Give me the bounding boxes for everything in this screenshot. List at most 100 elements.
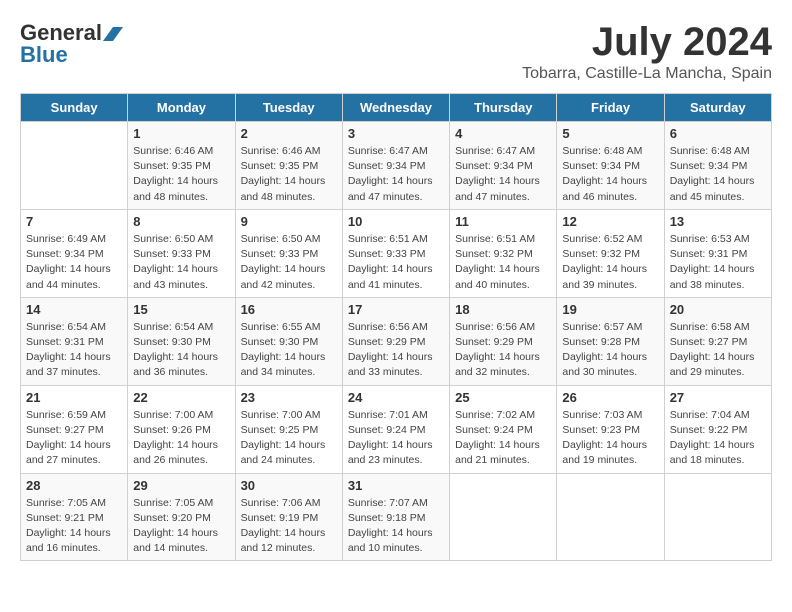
day-number: 27 <box>670 390 766 405</box>
calendar-cell: 3 Sunrise: 6:47 AMSunset: 9:34 PMDaylight… <box>342 122 449 210</box>
day-number: 30 <box>241 478 337 493</box>
day-number: 12 <box>562 214 658 229</box>
day-number: 15 <box>133 302 229 317</box>
calendar-week-1: 1 Sunrise: 6:46 AMSunset: 9:35 PMDaylight… <box>21 122 772 210</box>
calendar-cell: 21 Sunrise: 6:59 AMSunset: 9:27 PMDayligh… <box>21 385 128 473</box>
day-number: 11 <box>455 214 551 229</box>
calendar-cell <box>664 473 771 561</box>
calendar-cell: 29 Sunrise: 7:05 AMSunset: 9:20 PMDayligh… <box>128 473 235 561</box>
day-detail: Sunrise: 6:50 AMSunset: 9:33 PMDaylight:… <box>241 232 337 293</box>
logo-blue: Blue <box>20 42 68 68</box>
calendar-cell <box>557 473 664 561</box>
calendar-cell: 18 Sunrise: 6:56 AMSunset: 9:29 PMDayligh… <box>450 297 557 385</box>
calendar-cell: 17Sunrise: 6:56 AMSunset: 9:29 PMDayligh… <box>342 297 449 385</box>
day-number: 26 <box>562 390 658 405</box>
calendar-cell: 30 Sunrise: 7:06 AMSunset: 9:19 PMDayligh… <box>235 473 342 561</box>
day-number: 22 <box>133 390 229 405</box>
day-detail: Sunrise: 7:06 AMSunset: 9:19 PMDaylight:… <box>241 496 337 557</box>
calendar-week-4: 21 Sunrise: 6:59 AMSunset: 9:27 PMDayligh… <box>21 385 772 473</box>
calendar-cell: 8 Sunrise: 6:50 AMSunset: 9:33 PMDaylight… <box>128 209 235 297</box>
location-title: Tobarra, Castille-La Mancha, Spain <box>522 65 772 83</box>
day-detail: Sunrise: 6:51 AMSunset: 9:33 PMDaylight:… <box>348 232 444 293</box>
day-detail: Sunrise: 7:01 AMSunset: 9:24 PMDaylight:… <box>348 408 444 469</box>
day-detail: Sunrise: 6:50 AMSunset: 9:33 PMDaylight:… <box>133 232 229 293</box>
day-detail: Sunrise: 6:46 AMSunset: 9:35 PMDaylight:… <box>133 144 229 205</box>
calendar-cell: 15Sunrise: 6:54 AMSunset: 9:30 PMDayligh… <box>128 297 235 385</box>
day-detail: Sunrise: 7:00 AMSunset: 9:26 PMDaylight:… <box>133 408 229 469</box>
day-detail: Sunrise: 6:53 AMSunset: 9:31 PMDaylight:… <box>670 232 766 293</box>
calendar-cell: 14 Sunrise: 6:54 AMSunset: 9:31 PMDayligh… <box>21 297 128 385</box>
day-number: 28 <box>26 478 122 493</box>
day-detail: Sunrise: 6:59 AMSunset: 9:27 PMDaylight:… <box>26 408 122 469</box>
day-number: 5 <box>562 126 658 141</box>
calendar-cell: 6 Sunrise: 6:48 AMSunset: 9:34 PMDaylight… <box>664 122 771 210</box>
calendar-week-5: 28 Sunrise: 7:05 AMSunset: 9:21 PMDayligh… <box>21 473 772 561</box>
day-detail: Sunrise: 7:00 AMSunset: 9:25 PMDaylight:… <box>241 408 337 469</box>
day-detail: Sunrise: 6:54 AMSunset: 9:31 PMDaylight:… <box>26 320 122 381</box>
day-detail: Sunrise: 6:48 AMSunset: 9:34 PMDaylight:… <box>670 144 766 205</box>
calendar-cell: 2 Sunrise: 6:46 AMSunset: 9:35 PMDaylight… <box>235 122 342 210</box>
day-number: 20 <box>670 302 766 317</box>
day-detail: Sunrise: 7:03 AMSunset: 9:23 PMDaylight:… <box>562 408 658 469</box>
day-number: 29 <box>133 478 229 493</box>
calendar-cell: 20 Sunrise: 6:58 AMSunset: 9:27 PMDayligh… <box>664 297 771 385</box>
calendar-cell: 5 Sunrise: 6:48 AMSunset: 9:34 PMDaylight… <box>557 122 664 210</box>
calendar-cell: 13 Sunrise: 6:53 AMSunset: 9:31 PMDayligh… <box>664 209 771 297</box>
weekday-header-row: SundayMondayTuesdayWednesdayThursdayFrid… <box>21 94 772 122</box>
weekday-header-saturday: Saturday <box>664 94 771 122</box>
day-number: 18 <box>455 302 551 317</box>
weekday-header-friday: Friday <box>557 94 664 122</box>
day-number: 3 <box>348 126 444 141</box>
calendar-cell: 11 Sunrise: 6:51 AMSunset: 9:32 PMDayligh… <box>450 209 557 297</box>
day-detail: Sunrise: 6:46 AMSunset: 9:35 PMDaylight:… <box>241 144 337 205</box>
calendar-cell: 16 Sunrise: 6:55 AMSunset: 9:30 PMDayligh… <box>235 297 342 385</box>
day-detail: Sunrise: 7:07 AMSunset: 9:18 PMDaylight:… <box>348 496 444 557</box>
calendar-cell: 4 Sunrise: 6:47 AMSunset: 9:34 PMDaylight… <box>450 122 557 210</box>
day-detail: Sunrise: 6:48 AMSunset: 9:34 PMDaylight:… <box>562 144 658 205</box>
calendar-cell: 7Sunrise: 6:49 AMSunset: 9:34 PMDaylight… <box>21 209 128 297</box>
day-number: 16 <box>241 302 337 317</box>
day-detail: Sunrise: 6:47 AMSunset: 9:34 PMDaylight:… <box>455 144 551 205</box>
day-number: 6 <box>670 126 766 141</box>
day-detail: Sunrise: 7:04 AMSunset: 9:22 PMDaylight:… <box>670 408 766 469</box>
day-number: 2 <box>241 126 337 141</box>
day-detail: Sunrise: 6:52 AMSunset: 9:32 PMDaylight:… <box>562 232 658 293</box>
calendar-cell: 12 Sunrise: 6:52 AMSunset: 9:32 PMDayligh… <box>557 209 664 297</box>
day-detail: Sunrise: 7:02 AMSunset: 9:24 PMDaylight:… <box>455 408 551 469</box>
calendar-table: SundayMondayTuesdayWednesdayThursdayFrid… <box>20 93 772 561</box>
calendar-cell: 25Sunrise: 7:02 AMSunset: 9:24 PMDayligh… <box>450 385 557 473</box>
day-number: 1 <box>133 126 229 141</box>
weekday-header-tuesday: Tuesday <box>235 94 342 122</box>
calendar-cell <box>450 473 557 561</box>
calendar-cell <box>21 122 128 210</box>
day-detail: Sunrise: 6:51 AMSunset: 9:32 PMDaylight:… <box>455 232 551 293</box>
calendar-cell: 10Sunrise: 6:51 AMSunset: 9:33 PMDayligh… <box>342 209 449 297</box>
day-number: 8 <box>133 214 229 229</box>
day-number: 23 <box>241 390 337 405</box>
calendar-cell: 22 Sunrise: 7:00 AMSunset: 9:26 PMDayligh… <box>128 385 235 473</box>
title-block: July 2024 Tobarra, Castille-La Mancha, S… <box>522 20 772 83</box>
day-detail: Sunrise: 7:05 AMSunset: 9:20 PMDaylight:… <box>133 496 229 557</box>
day-number: 19 <box>562 302 658 317</box>
day-detail: Sunrise: 6:55 AMSunset: 9:30 PMDaylight:… <box>241 320 337 381</box>
day-detail: Sunrise: 6:56 AMSunset: 9:29 PMDaylight:… <box>455 320 551 381</box>
day-number: 17 <box>348 302 444 317</box>
calendar-cell: 26 Sunrise: 7:03 AMSunset: 9:23 PMDayligh… <box>557 385 664 473</box>
day-detail: Sunrise: 6:58 AMSunset: 9:27 PMDaylight:… <box>670 320 766 381</box>
day-detail: Sunrise: 6:47 AMSunset: 9:34 PMDaylight:… <box>348 144 444 205</box>
page-header: General Blue July 2024 Tobarra, Castille… <box>20 20 772 83</box>
calendar-cell: 9 Sunrise: 6:50 AMSunset: 9:33 PMDaylight… <box>235 209 342 297</box>
day-number: 13 <box>670 214 766 229</box>
calendar-cell: 19 Sunrise: 6:57 AMSunset: 9:28 PMDayligh… <box>557 297 664 385</box>
day-detail: Sunrise: 6:57 AMSunset: 9:28 PMDaylight:… <box>562 320 658 381</box>
calendar-cell: 24Sunrise: 7:01 AMSunset: 9:24 PMDayligh… <box>342 385 449 473</box>
day-number: 9 <box>241 214 337 229</box>
day-detail: Sunrise: 7:05 AMSunset: 9:21 PMDaylight:… <box>26 496 122 557</box>
calendar-week-2: 7Sunrise: 6:49 AMSunset: 9:34 PMDaylight… <box>21 209 772 297</box>
day-number: 4 <box>455 126 551 141</box>
day-number: 21 <box>26 390 122 405</box>
calendar-cell: 1 Sunrise: 6:46 AMSunset: 9:35 PMDaylight… <box>128 122 235 210</box>
calendar-cell: 31Sunrise: 7:07 AMSunset: 9:18 PMDayligh… <box>342 473 449 561</box>
calendar-cell: 28 Sunrise: 7:05 AMSunset: 9:21 PMDayligh… <box>21 473 128 561</box>
day-number: 14 <box>26 302 122 317</box>
